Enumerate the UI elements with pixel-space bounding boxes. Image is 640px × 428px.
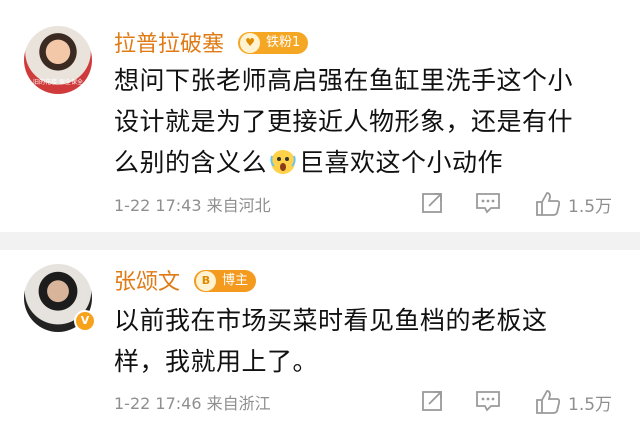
reply-icon[interactable] [474,190,502,216]
share-icon[interactable] [420,190,446,216]
like-icon[interactable] [534,388,562,416]
blogger-badge-label: 博主 [222,273,249,288]
blogger-badge-icon: B [196,271,216,291]
comment-text: 以前我在市场买菜时看见鱼档的老板这样，我就用上了。 [114,306,548,376]
fan-badge[interactable]: ♥ 铁粉1 [238,32,309,54]
verified-v-icon: V [74,310,96,332]
comment-author[interactable]: 拉普拉破塞 [114,26,224,58]
like-count: 1.5万 [568,395,613,415]
fan-badge-label: 铁粉1 [266,35,301,50]
avatar-caption: 旧的花楼 保全保全 [33,79,83,86]
comment-item: V 张颂文 B 博主 以前我在市场买菜时看见鱼档的老板这样，我就用上了。 1-2… [0,250,640,428]
share-icon[interactable] [420,388,446,414]
reply-icon[interactable] [474,388,502,414]
like-count: 1.5万 [568,197,613,217]
comment-meta: 1-22 17:43 来自河北 [114,196,271,215]
comment-meta: 1-22 17:46 来自浙江 [114,394,271,413]
avatar[interactable]: 旧的花楼 保全保全 [24,26,92,94]
comment-author[interactable]: 张颂文 [114,264,180,296]
comment-text-part: 巨喜欢这个小动作 [299,148,504,177]
comment-item: 旧的花楼 保全保全 拉普拉破塞 ♥ 铁粉1 想问下张老师高启强在鱼缸里洗手这个小… [0,0,640,232]
comment-text: 想问下张老师高启强在鱼缸里洗手这个小设计就是为了更接近人物形象，还是有什么别的含… [114,60,594,183]
heart-badge-icon: ♥ [240,33,260,53]
surprised-face-emoji [270,150,296,174]
comment-divider [0,232,640,250]
blogger-badge[interactable]: B 博主 [194,270,257,292]
like-icon[interactable] [534,190,562,218]
